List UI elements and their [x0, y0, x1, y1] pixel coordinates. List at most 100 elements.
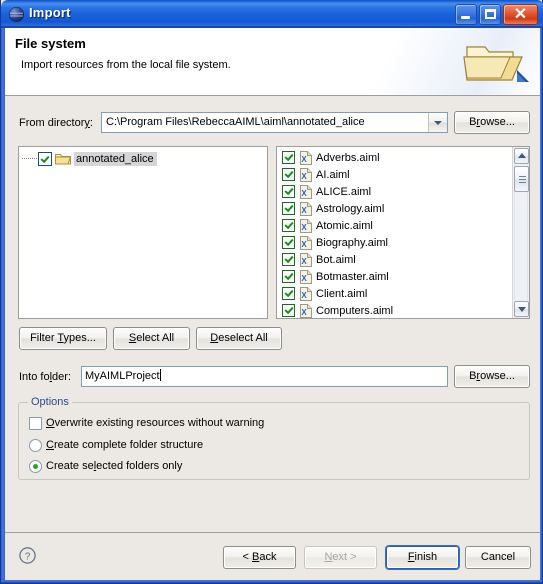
file-checkbox-checked-icon[interactable] — [282, 202, 295, 215]
svg-text:X: X — [301, 274, 307, 283]
file-checkbox-checked-icon[interactable] — [282, 287, 295, 300]
window-title: Import — [29, 5, 71, 20]
import-dialog-window: Import ✕ File system Import resources fr… — [0, 0, 543, 584]
file-list-item[interactable]: X Bot.aiml — [277, 251, 511, 268]
file-checkbox-checked-icon[interactable] — [282, 270, 295, 283]
into-folder-value: MyAIMLProject — [85, 370, 160, 382]
file-list-item[interactable]: X Computers.aiml — [277, 302, 511, 318]
file-checkbox-checked-icon[interactable] — [282, 219, 295, 232]
radio-create-selected-folders-only-label[interactable]: Create selected folders only — [46, 460, 182, 472]
svg-text:X: X — [301, 257, 307, 266]
scroll-up-arrow-icon[interactable] — [514, 148, 529, 164]
tree-item-label: annotated_alice — [74, 151, 157, 166]
file-list-scrollbar[interactable] — [512, 147, 529, 318]
cancel-button[interactable]: Cancel — [465, 546, 531, 569]
from-directory-combo[interactable]: C:\Program Files\RebeccaAIML\aiml\annota… — [101, 112, 448, 133]
file-list-item[interactable]: X Botmaster.aiml — [277, 268, 511, 285]
svg-text:X: X — [301, 155, 307, 164]
folder-tree-panel[interactable]: annotated_alice — [18, 146, 268, 319]
into-folder-label: Into folder: — [19, 371, 71, 383]
file-list-item[interactable]: X Adverbs.aiml — [277, 149, 511, 166]
xml-file-icon: X — [300, 269, 312, 284]
import-sphere-icon — [9, 7, 24, 22]
file-list-panel[interactable]: X Adverbs.aiml X AI.aiml X ALICE.aiml X Astrolo… — [276, 146, 530, 319]
dialog-body: From directory: C:\Program Files\Rebecca… — [5, 96, 540, 580]
svg-text:X: X — [301, 206, 307, 215]
into-folder-browse-button[interactable]: Browse... — [454, 365, 530, 388]
next-button: Next > — [304, 546, 377, 569]
radio-create-complete-folder-structure[interactable] — [29, 439, 42, 452]
file-list-item[interactable]: X Client.aiml — [277, 285, 511, 302]
file-checkbox-checked-icon[interactable] — [282, 168, 295, 181]
xml-file-icon: X — [300, 252, 312, 267]
from-directory-value[interactable]: C:\Program Files\RebeccaAIML\aiml\annota… — [102, 113, 428, 132]
svg-text:X: X — [301, 189, 307, 198]
tree-checkbox-checked-icon[interactable] — [38, 151, 52, 166]
overwrite-checkbox-label[interactable]: Overwrite existing resources without war… — [46, 417, 264, 429]
page-title: File system — [15, 36, 86, 51]
tree-item-annotated-alice[interactable]: annotated_alice — [22, 150, 157, 167]
file-list-item[interactable]: X Astrology.aiml — [277, 200, 511, 217]
file-list[interactable]: X Adverbs.aiml X AI.aiml X ALICE.aiml X Astrolo… — [277, 147, 511, 318]
wizard-header: File system Import resources from the lo… — [5, 28, 540, 96]
svg-text:X: X — [301, 291, 307, 300]
options-group-title: Options — [28, 396, 72, 408]
help-icon[interactable]: ? — [19, 547, 36, 564]
overwrite-checkbox[interactable] — [29, 417, 42, 430]
back-button[interactable]: < Back — [223, 546, 296, 569]
filter-types-button[interactable]: Filter Types... — [19, 327, 107, 350]
file-checkbox-checked-icon[interactable] — [282, 236, 295, 249]
xml-file-icon: X — [300, 235, 312, 250]
svg-text:X: X — [301, 240, 307, 249]
radio-create-selected-folders-only[interactable] — [29, 460, 42, 473]
file-list-item-label: ALICE.aiml — [316, 185, 372, 198]
file-checkbox-checked-icon[interactable] — [282, 253, 295, 266]
file-list-item-label: Bot.aiml — [316, 253, 356, 266]
page-subtitle: Import resources from the local file sys… — [21, 59, 231, 71]
text-caret — [159, 369, 161, 381]
xml-file-icon: X — [300, 218, 312, 233]
close-icon: ✕ — [513, 6, 528, 23]
xml-file-icon: X — [300, 286, 312, 301]
file-checkbox-checked-icon[interactable] — [282, 151, 295, 164]
file-list-item-label: Astrology.aiml — [316, 202, 385, 215]
open-folder-icon — [55, 152, 72, 165]
file-list-item[interactable]: X Atomic.aiml — [277, 217, 511, 234]
file-list-item[interactable]: X AI.aiml — [277, 166, 511, 183]
xml-file-icon: X — [300, 167, 312, 182]
file-list-item[interactable]: X Biography.aiml — [277, 234, 511, 251]
close-button[interactable]: ✕ — [503, 4, 538, 25]
scrollbar-thumb[interactable] — [514, 166, 529, 192]
file-list-item-label: AI.aiml — [316, 168, 350, 181]
finish-button[interactable]: Finish — [386, 546, 459, 569]
file-list-item-label: Adverbs.aiml — [316, 151, 380, 164]
maximize-button[interactable] — [479, 4, 501, 25]
svg-text:?: ? — [25, 551, 31, 562]
svg-text:X: X — [301, 223, 307, 232]
xml-file-icon: X — [300, 303, 312, 318]
file-list-item-label: Botmaster.aiml — [316, 270, 389, 283]
into-folder-input[interactable]: MyAIMLProject — [81, 366, 448, 387]
deselect-all-button[interactable]: Deselect All — [196, 327, 282, 350]
file-list-item-label: Client.aiml — [316, 287, 368, 300]
chevron-down-icon[interactable] — [428, 113, 447, 132]
radio-create-complete-folder-structure-label[interactable]: Create complete folder structure — [46, 439, 203, 451]
file-list-item-label: Computers.aiml — [316, 304, 394, 317]
file-list-item-label: Atomic.aiml — [316, 219, 373, 232]
minimize-button[interactable] — [455, 4, 477, 25]
file-list-item-label: Biography.aiml — [316, 236, 388, 249]
xml-file-icon: X — [300, 184, 312, 199]
file-checkbox-checked-icon[interactable] — [282, 185, 295, 198]
select-all-button[interactable]: Select All — [113, 327, 190, 350]
scroll-down-arrow-icon[interactable] — [514, 301, 529, 317]
footer-separator — [5, 532, 540, 533]
options-group: Options Overwrite existing resources wit… — [18, 396, 530, 480]
title-bar[interactable]: Import ✕ — [1, 0, 543, 28]
window-controls: ✕ — [455, 4, 538, 25]
file-list-item[interactable]: X ALICE.aiml — [277, 183, 511, 200]
file-checkbox-checked-icon[interactable] — [282, 304, 295, 317]
from-directory-browse-button[interactable]: Browse... — [454, 111, 530, 134]
xml-file-icon: X — [300, 150, 312, 165]
svg-text:X: X — [301, 308, 307, 317]
tree-connector — [22, 157, 37, 160]
